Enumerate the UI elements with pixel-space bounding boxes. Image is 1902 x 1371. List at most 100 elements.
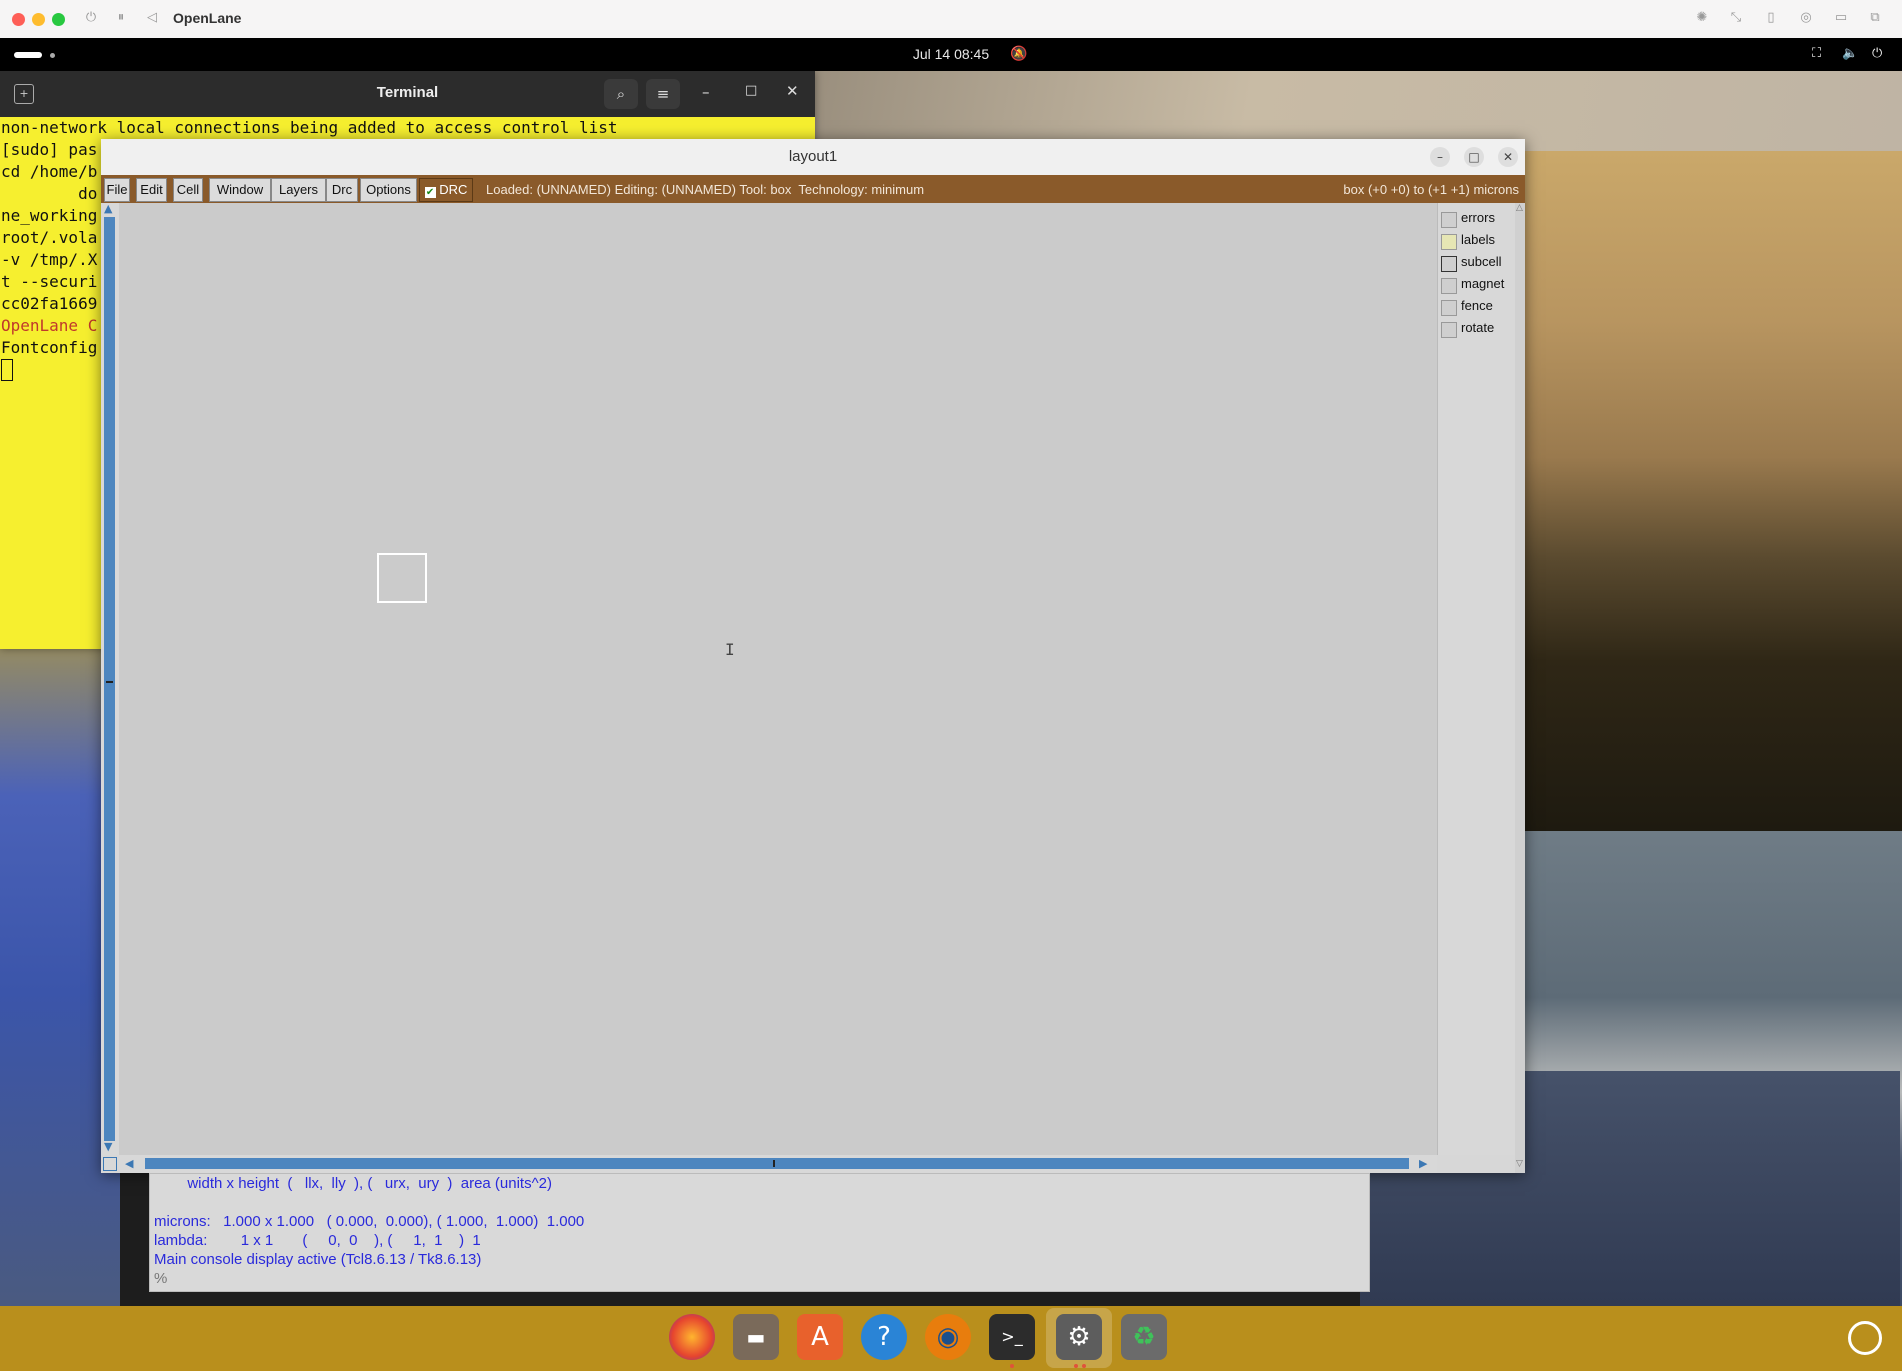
scroll-up-icon[interactable]: ▲ (104, 203, 112, 215)
wallpaper-photo (1525, 151, 1902, 831)
layout-titlebar: layout1 – □ ✕ (101, 139, 1525, 176)
console-line: Main console display active (Tcl8.6.13 /… (154, 1251, 482, 1268)
tcl-console[interactable]: width x height ( llx, lly ), ( urx, ury … (149, 1173, 1370, 1292)
volume-icon[interactable]: 🔈 (1842, 46, 1858, 61)
vertical-scroll-track[interactable] (104, 217, 115, 1141)
usb-icon[interactable]: ▯ (1762, 9, 1780, 27)
search-icon[interactable]: ⌕ (604, 79, 638, 109)
layer-fence[interactable]: fence (1441, 297, 1515, 317)
horizontal-scroll-track[interactable] (145, 1158, 1409, 1169)
resize-icon[interactable]: ⤡ (1727, 9, 1745, 27)
layer-label: fence (1461, 298, 1493, 313)
scroll-right-icon[interactable]: ▶ (1419, 1158, 1427, 1170)
notifications-muted-icon: 🔕 (1010, 46, 1028, 62)
layout-canvas[interactable]: I (119, 203, 1437, 1155)
minimize-traffic-light[interactable] (32, 13, 45, 26)
help-icon[interactable]: ? (861, 1314, 907, 1360)
scroll-up-icon[interactable]: △ (1516, 203, 1523, 213)
terminal-titlebar: + Terminal ⌕ ≡ – □ ✕ (0, 71, 815, 117)
layout-window[interactable]: layout1 – □ ✕ File Edit Cell Window Laye… (101, 139, 1525, 1173)
minimize-icon[interactable]: – (1430, 147, 1450, 167)
horizontal-scrollbar[interactable]: ◀ ▶ (103, 1155, 1437, 1173)
running-indicator (1082, 1364, 1086, 1368)
app-center-icon[interactable]: A (797, 1314, 843, 1360)
close-icon[interactable]: ✕ (1498, 147, 1518, 167)
text-cursor-icon: I (725, 640, 735, 659)
layer-rotate[interactable]: rotate (1441, 319, 1515, 339)
terminal-cursor (1, 359, 13, 381)
layer-labels[interactable]: labels (1441, 231, 1515, 251)
scroll-down-icon[interactable]: ▽ (1516, 1159, 1523, 1169)
layer-swatch (1441, 322, 1457, 338)
layer-swatch (1441, 212, 1457, 228)
zoom-box-icon[interactable] (103, 1157, 117, 1171)
layer-magnet[interactable]: magnet (1441, 275, 1515, 295)
back-icon[interactable]: ◁ (143, 9, 161, 27)
console-prompt[interactable]: % (150, 1269, 1369, 1288)
folder-icon[interactable]: ▭ (1832, 9, 1850, 27)
settings-icon[interactable]: ⚙ (1056, 1314, 1102, 1360)
layers-panel: errors labels subcell magnet fence rotat… (1437, 203, 1516, 1155)
terminal-line: non-network local connections being adde… (1, 118, 618, 137)
layout-title: layout1 (788, 148, 838, 165)
power-menu-icon[interactable]: ⏻ (1872, 46, 1882, 61)
clock[interactable]: Jul 14 08:45 (0, 46, 1902, 62)
layer-label: magnet (1461, 276, 1505, 291)
close-traffic-light[interactable] (12, 13, 25, 26)
layer-label: labels (1461, 232, 1495, 247)
running-indicator (1074, 1364, 1078, 1368)
layer-label: subcell (1461, 254, 1502, 269)
top-panel: Jul 14 08:45 🔕 ⛶ 🔈 ⏻ (0, 38, 1902, 71)
terminal-icon[interactable]: >_ (989, 1314, 1035, 1360)
trash-icon[interactable]: ♻ (1121, 1314, 1167, 1360)
blender-icon[interactable]: ◉ (925, 1314, 971, 1360)
layer-swatch (1441, 234, 1457, 250)
pause-icon[interactable]: ⏸ (112, 9, 130, 27)
brightness-icon[interactable]: ✺ (1693, 9, 1711, 27)
menu-options[interactable]: Options (360, 178, 417, 202)
layout-menubar: File Edit Cell Window Layers Drc Options… (101, 175, 1525, 203)
menu-cell[interactable]: Cell (173, 178, 203, 202)
drc-toggle[interactable]: ✔ DRC (419, 178, 473, 202)
dock: ▬ A ? ◉ >_ ⚙ ♻ (0, 1306, 1902, 1371)
zoom-traffic-light[interactable] (52, 13, 65, 26)
show-apps-icon[interactable] (1848, 1321, 1882, 1355)
menu-edit[interactable]: Edit (136, 178, 167, 202)
camera-icon[interactable]: ◎ (1797, 9, 1815, 27)
maximize-icon[interactable]: □ (1464, 147, 1484, 167)
menu-window[interactable]: Window (209, 178, 271, 202)
close-icon[interactable]: ✕ (786, 82, 799, 100)
layer-swatch (1441, 278, 1457, 294)
box-coordinates: box (+0 +0) to (+1 +1) microns (1343, 182, 1519, 197)
checkbox-checked-icon: ✔ (424, 187, 436, 198)
vertical-scroll-thumb[interactable] (106, 681, 113, 683)
menu-file[interactable]: File (104, 178, 130, 202)
console-line: lambda: 1 x 1 ( 0, 0 ), ( 1, 1 ) 1 (154, 1232, 481, 1249)
menu-drc[interactable]: Drc (326, 178, 358, 202)
vertical-scrollbar[interactable]: ▲ ▼ (101, 203, 119, 1155)
layers-scrollbar[interactable]: △ ▽ (1515, 203, 1525, 1173)
layer-errors[interactable]: errors (1441, 209, 1515, 229)
windows-icon[interactable]: ⧉ (1866, 9, 1884, 27)
layer-swatch (1441, 256, 1457, 272)
console-line: width x height ( llx, lly ), ( urx, ury … (154, 1175, 552, 1192)
menu-layers[interactable]: Layers (271, 178, 326, 202)
hamburger-menu-icon[interactable]: ≡ (646, 79, 680, 109)
layer-label: rotate (1461, 320, 1495, 335)
scroll-left-icon[interactable]: ◀ (125, 1158, 133, 1170)
layer-swatch (1441, 300, 1457, 316)
power-icon[interactable]: ⏻ (82, 9, 100, 27)
layer-label: errors (1461, 210, 1495, 225)
files-icon[interactable]: ▬ (733, 1314, 779, 1360)
minimize-icon[interactable]: – (702, 83, 710, 101)
maximize-icon[interactable]: □ (745, 83, 757, 98)
terminal-title: Terminal (376, 84, 439, 101)
firefox-icon[interactable] (669, 1314, 715, 1360)
cursor-box[interactable] (377, 553, 427, 603)
horizontal-scroll-thumb[interactable] (773, 1160, 775, 1167)
status-text: Loaded: (UNNAMED) Editing: (UNNAMED) Too… (486, 182, 925, 197)
network-icon[interactable]: ⛶ (1812, 46, 1821, 61)
scroll-down-icon[interactable]: ▼ (104, 1141, 112, 1153)
layer-subcell[interactable]: subcell (1441, 253, 1515, 273)
